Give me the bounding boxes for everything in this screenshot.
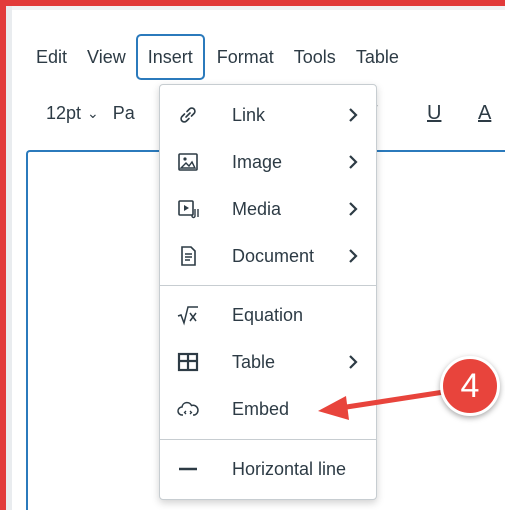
chevron-right-icon [349, 155, 358, 169]
menu-item-horizontal-line[interactable]: Horizontal line [160, 447, 376, 491]
image-icon [178, 153, 198, 171]
menu-table[interactable]: Table [350, 34, 405, 80]
chevron-right-icon [349, 202, 358, 216]
menu-item-label: Equation [232, 305, 304, 325]
step-number-badge: 4 [440, 356, 500, 416]
page-gutter [6, 6, 12, 510]
menu-item-embed[interactable]: Embed [160, 387, 376, 431]
menu-divider [160, 285, 376, 286]
menu-item-image[interactable]: Image [160, 140, 376, 184]
equation-icon [177, 306, 198, 326]
menu-format[interactable]: Format [211, 34, 280, 80]
menu-item-media[interactable]: Media [160, 187, 376, 231]
embed-icon [177, 401, 199, 416]
menu-tools[interactable]: Tools [288, 34, 342, 80]
document-icon [181, 246, 196, 266]
menu-item-label: Table [232, 352, 276, 372]
menu-item-equation[interactable]: Equation [160, 293, 376, 337]
menu-item-label: Link [232, 105, 266, 125]
menu-item-label: Image [232, 152, 283, 172]
text-color-button[interactable]: A [478, 92, 491, 134]
link-icon [180, 107, 196, 123]
menu-item-label: Document [232, 246, 315, 266]
menu-edit[interactable]: Edit [30, 34, 73, 80]
menubar: Edit View Insert Format Tools Table [30, 34, 413, 80]
menu-insert[interactable]: Insert [135, 34, 205, 80]
page-header-strip [12, 6, 505, 10]
media-icon [178, 200, 199, 219]
chevron-right-icon [349, 249, 358, 263]
chevron-right-icon [349, 108, 358, 122]
chevron-right-icon [349, 355, 358, 369]
menu-item-document[interactable]: Document [160, 234, 376, 278]
menu-item-label: Embed [232, 399, 290, 419]
menu-item-label: Horizontal line [232, 459, 347, 479]
menu-divider [160, 439, 376, 440]
menu-item-link[interactable]: Link [160, 93, 376, 137]
menu-item-table[interactable]: Table [160, 340, 376, 384]
table-icon [177, 352, 199, 372]
horizontal-line-icon [179, 467, 197, 471]
menu-item-label: Media [232, 199, 282, 219]
underline-button[interactable]: U [427, 92, 441, 134]
menu-view[interactable]: View [81, 34, 132, 80]
insert-dropdown-menu: Link Image Media Document Equation Table… [159, 84, 377, 500]
